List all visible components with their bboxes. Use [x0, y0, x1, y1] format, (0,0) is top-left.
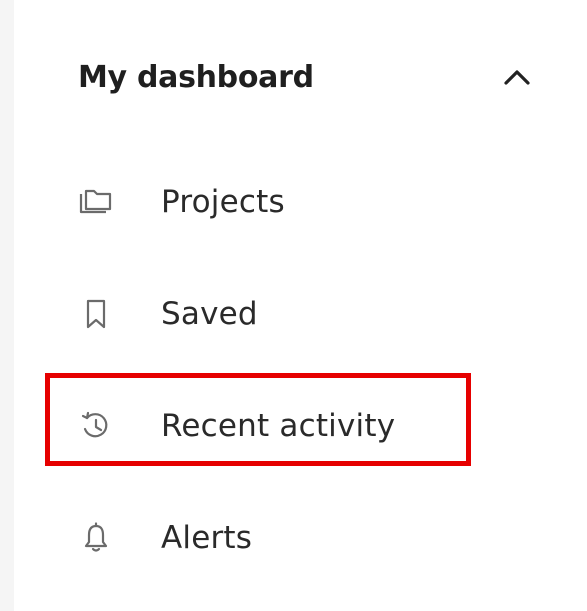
bookmark-icon — [78, 296, 114, 332]
section-title: My dashboard — [78, 59, 314, 95]
chevron-up-icon[interactable] — [500, 60, 534, 94]
bell-icon — [78, 520, 114, 556]
nav-item-label: Alerts — [161, 520, 253, 556]
nav-item-label: Recent activity — [161, 408, 396, 444]
nav-item-alerts[interactable]: Alerts — [78, 506, 478, 570]
history-icon — [78, 408, 114, 444]
nav-item-recent-activity[interactable]: Recent activity — [78, 394, 478, 458]
nav-item-label: Saved — [161, 296, 258, 332]
my-dashboard-section-header[interactable]: My dashboard — [78, 44, 538, 110]
nav-item-label: Projects — [161, 184, 285, 220]
nav-item-projects[interactable]: Projects — [78, 170, 478, 234]
folders-icon — [78, 184, 114, 220]
nav-item-saved[interactable]: Saved — [78, 282, 478, 346]
dashboard-nav-panel: My dashboard Projects Saved Recent activ… — [14, 0, 587, 611]
